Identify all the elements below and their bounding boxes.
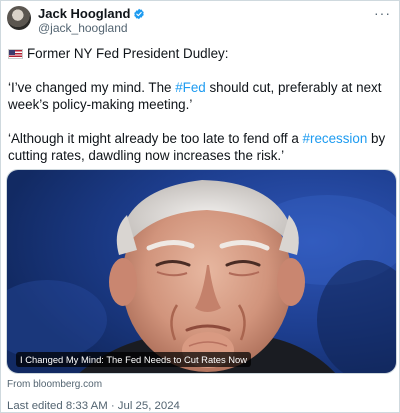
verified-badge-icon [134,8,145,19]
edited-timestamp[interactable]: Last edited 8:33 AM · Jul 25, 2024 [7,400,180,413]
hashtag-recession-link[interactable]: #recession [303,131,368,146]
tweet-quote-2: ‘Although it might already be too late t… [8,130,389,164]
tweet-line-1: Former NY Fed President Dudley: [8,45,389,62]
tweet-quote-1: ‘I’ve changed my mind. The #Fed should c… [8,79,389,113]
quote-2-pre: ‘Although it might already be too late t… [8,131,303,146]
tweet-card: Jack Hoogland @jack_hoogland ··· Former … [0,0,400,413]
quote-1-pre: ‘I’ve changed my mind. The [8,80,176,95]
avatar[interactable] [7,6,31,30]
tweet-text: Former NY Fed President Dudley: ‘I’ve ch… [8,45,389,164]
portrait-photo-image [7,170,396,373]
us-flag-icon [8,49,23,59]
link-source[interactable]: From bloomberg.com [7,379,102,391]
tweet-line-1-text: Former NY Fed President Dudley: [27,46,229,61]
author-handle[interactable]: @jack_hoogland [38,21,128,35]
author-name[interactable]: Jack Hoogland [38,6,130,21]
link-card-image[interactable]: I Changed My Mind: The Fed Needs to Cut … [6,169,397,374]
hashtag-fed-link[interactable]: #Fed [175,80,206,95]
more-options-icon[interactable]: ··· [374,5,391,21]
link-card-caption: I Changed My Mind: The Fed Needs to Cut … [16,352,252,367]
author-name-row[interactable]: Jack Hoogland [38,6,145,21]
